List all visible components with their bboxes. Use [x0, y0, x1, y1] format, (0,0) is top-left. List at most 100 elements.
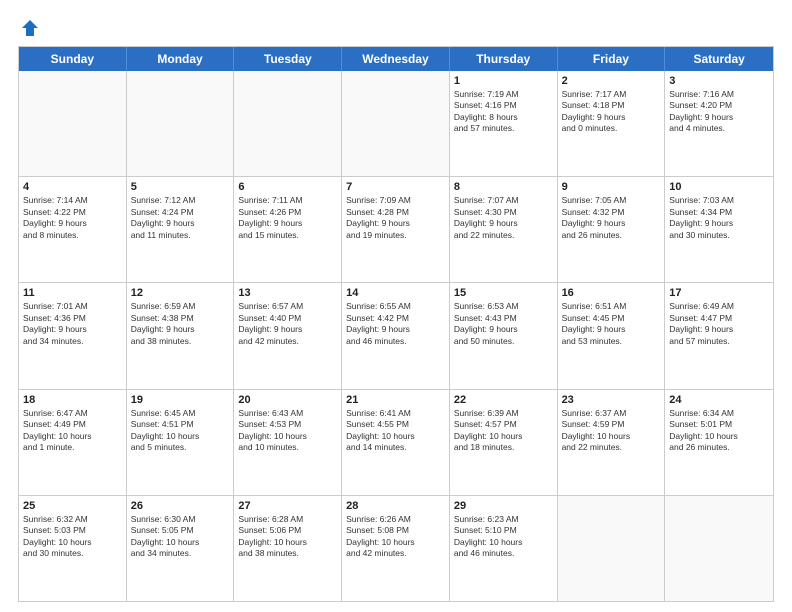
calendar-cell-empty	[19, 71, 127, 176]
cell-info: Sunrise: 6:23 AM Sunset: 5:10 PM Dayligh…	[454, 514, 553, 560]
cell-info: Sunrise: 6:45 AM Sunset: 4:51 PM Dayligh…	[131, 408, 230, 454]
calendar-cell-day-22: 22 Sunrise: 6:39 AM Sunset: 4:57 PM Dayli…	[450, 390, 558, 495]
calendar-cell-day-9: 9 Sunrise: 7:05 AM Sunset: 4:32 PM Daylig…	[558, 177, 666, 282]
calendar-cell-day-27: 27 Sunrise: 6:28 AM Sunset: 5:06 PM Dayli…	[234, 496, 342, 601]
day-number: 7	[346, 181, 445, 193]
header-day-friday: Friday	[558, 47, 666, 71]
logo-icon	[20, 18, 40, 38]
day-number: 1	[454, 75, 553, 87]
day-number: 12	[131, 287, 230, 299]
calendar-cell-day-17: 17 Sunrise: 6:49 AM Sunset: 4:47 PM Dayli…	[665, 283, 773, 388]
cell-info: Sunrise: 6:37 AM Sunset: 4:59 PM Dayligh…	[562, 408, 661, 454]
cell-info: Sunrise: 6:49 AM Sunset: 4:47 PM Dayligh…	[669, 301, 769, 347]
calendar-cell-day-12: 12 Sunrise: 6:59 AM Sunset: 4:38 PM Dayli…	[127, 283, 235, 388]
cell-info: Sunrise: 7:07 AM Sunset: 4:30 PM Dayligh…	[454, 195, 553, 241]
calendar-row-3: 18 Sunrise: 6:47 AM Sunset: 4:49 PM Dayli…	[19, 390, 773, 496]
calendar-header-row: SundayMondayTuesdayWednesdayThursdayFrid…	[19, 47, 773, 71]
day-number: 8	[454, 181, 553, 193]
calendar-cell-day-15: 15 Sunrise: 6:53 AM Sunset: 4:43 PM Dayli…	[450, 283, 558, 388]
day-number: 5	[131, 181, 230, 193]
day-number: 24	[669, 394, 769, 406]
calendar-cell-day-25: 25 Sunrise: 6:32 AM Sunset: 5:03 PM Dayli…	[19, 496, 127, 601]
day-number: 13	[238, 287, 337, 299]
cell-info: Sunrise: 6:32 AM Sunset: 5:03 PM Dayligh…	[23, 514, 122, 560]
calendar-cell-day-26: 26 Sunrise: 6:30 AM Sunset: 5:05 PM Dayli…	[127, 496, 235, 601]
day-number: 27	[238, 500, 337, 512]
cell-info: Sunrise: 7:01 AM Sunset: 4:36 PM Dayligh…	[23, 301, 122, 347]
day-number: 18	[23, 394, 122, 406]
calendar-cell-day-13: 13 Sunrise: 6:57 AM Sunset: 4:40 PM Dayli…	[234, 283, 342, 388]
header-day-tuesday: Tuesday	[234, 47, 342, 71]
calendar-row-0: 1 Sunrise: 7:19 AM Sunset: 4:16 PM Daylig…	[19, 71, 773, 177]
day-number: 22	[454, 394, 553, 406]
day-number: 21	[346, 394, 445, 406]
calendar-row-2: 11 Sunrise: 7:01 AM Sunset: 4:36 PM Dayli…	[19, 283, 773, 389]
calendar-cell-day-21: 21 Sunrise: 6:41 AM Sunset: 4:55 PM Dayli…	[342, 390, 450, 495]
calendar-cell-day-7: 7Sunrise: 7:09 AM Sunset: 4:28 PM Daylig…	[342, 177, 450, 282]
calendar-cell-day-19: 19 Sunrise: 6:45 AM Sunset: 4:51 PM Dayli…	[127, 390, 235, 495]
cell-info: Sunrise: 7:19 AM Sunset: 4:16 PM Dayligh…	[454, 89, 553, 135]
day-number: 26	[131, 500, 230, 512]
day-number: 19	[131, 394, 230, 406]
cell-info: Sunrise: 6:53 AM Sunset: 4:43 PM Dayligh…	[454, 301, 553, 347]
cell-info: Sunrise: 6:34 AM Sunset: 5:01 PM Dayligh…	[669, 408, 769, 454]
header-day-sunday: Sunday	[19, 47, 127, 71]
calendar-cell-day-20: 20 Sunrise: 6:43 AM Sunset: 4:53 PM Dayli…	[234, 390, 342, 495]
cell-info: Sunrise: 6:47 AM Sunset: 4:49 PM Dayligh…	[23, 408, 122, 454]
calendar-cell-day-4: 4Sunrise: 7:14 AM Sunset: 4:22 PM Daylig…	[19, 177, 127, 282]
header-day-wednesday: Wednesday	[342, 47, 450, 71]
header	[18, 18, 774, 38]
cell-info: Sunrise: 6:39 AM Sunset: 4:57 PM Dayligh…	[454, 408, 553, 454]
day-number: 9	[562, 181, 661, 193]
cell-info: Sunrise: 6:57 AM Sunset: 4:40 PM Dayligh…	[238, 301, 337, 347]
cell-info: Sunrise: 6:41 AM Sunset: 4:55 PM Dayligh…	[346, 408, 445, 454]
cell-info: Sunrise: 6:55 AM Sunset: 4:42 PM Dayligh…	[346, 301, 445, 347]
cell-info: Sunrise: 7:16 AM Sunset: 4:20 PM Dayligh…	[669, 89, 769, 135]
cell-info: Sunrise: 6:30 AM Sunset: 5:05 PM Dayligh…	[131, 514, 230, 560]
calendar-cell-empty	[665, 496, 773, 601]
day-number: 2	[562, 75, 661, 87]
day-number: 10	[669, 181, 769, 193]
calendar-body: 1 Sunrise: 7:19 AM Sunset: 4:16 PM Daylig…	[19, 71, 773, 601]
cell-info: Sunrise: 6:28 AM Sunset: 5:06 PM Dayligh…	[238, 514, 337, 560]
calendar-cell-day-29: 29 Sunrise: 6:23 AM Sunset: 5:10 PM Dayli…	[450, 496, 558, 601]
calendar-cell-day-14: 14 Sunrise: 6:55 AM Sunset: 4:42 PM Dayli…	[342, 283, 450, 388]
page: SundayMondayTuesdayWednesdayThursdayFrid…	[0, 0, 792, 612]
day-number: 4	[23, 181, 122, 193]
calendar-cell-day-16: 16 Sunrise: 6:51 AM Sunset: 4:45 PM Dayli…	[558, 283, 666, 388]
header-day-saturday: Saturday	[665, 47, 773, 71]
cell-info: Sunrise: 7:12 AM Sunset: 4:24 PM Dayligh…	[131, 195, 230, 241]
calendar-cell-day-5: 5 Sunrise: 7:12 AM Sunset: 4:24 PM Daylig…	[127, 177, 235, 282]
day-number: 25	[23, 500, 122, 512]
cell-info: Sunrise: 6:43 AM Sunset: 4:53 PM Dayligh…	[238, 408, 337, 454]
calendar: SundayMondayTuesdayWednesdayThursdayFrid…	[18, 46, 774, 602]
logo	[18, 18, 40, 38]
cell-info: Sunrise: 6:26 AM Sunset: 5:08 PM Dayligh…	[346, 514, 445, 560]
calendar-cell-day-28: 28 Sunrise: 6:26 AM Sunset: 5:08 PM Dayli…	[342, 496, 450, 601]
calendar-cell-day-2: 2 Sunrise: 7:17 AM Sunset: 4:18 PM Daylig…	[558, 71, 666, 176]
calendar-cell-empty	[127, 71, 235, 176]
cell-info: Sunrise: 7:11 AM Sunset: 4:26 PM Dayligh…	[238, 195, 337, 241]
day-number: 11	[23, 287, 122, 299]
day-number: 14	[346, 287, 445, 299]
day-number: 17	[669, 287, 769, 299]
cell-info: Sunrise: 6:51 AM Sunset: 4:45 PM Dayligh…	[562, 301, 661, 347]
calendar-cell-empty	[342, 71, 450, 176]
cell-info: Sunrise: 7:05 AM Sunset: 4:32 PM Dayligh…	[562, 195, 661, 241]
day-number: 6	[238, 181, 337, 193]
day-number: 20	[238, 394, 337, 406]
header-day-monday: Monday	[127, 47, 235, 71]
calendar-cell-empty	[558, 496, 666, 601]
calendar-cell-day-23: 23 Sunrise: 6:37 AM Sunset: 4:59 PM Dayli…	[558, 390, 666, 495]
day-number: 15	[454, 287, 553, 299]
cell-info: Sunrise: 7:03 AM Sunset: 4:34 PM Dayligh…	[669, 195, 769, 241]
cell-info: Sunrise: 7:17 AM Sunset: 4:18 PM Dayligh…	[562, 89, 661, 135]
calendar-cell-day-8: 8 Sunrise: 7:07 AM Sunset: 4:30 PM Daylig…	[450, 177, 558, 282]
header-day-thursday: Thursday	[450, 47, 558, 71]
day-number: 16	[562, 287, 661, 299]
calendar-cell-day-10: 10 Sunrise: 7:03 AM Sunset: 4:34 PM Dayli…	[665, 177, 773, 282]
day-number: 28	[346, 500, 445, 512]
day-number: 29	[454, 500, 553, 512]
cell-info: Sunrise: 6:59 AM Sunset: 4:38 PM Dayligh…	[131, 301, 230, 347]
day-number: 23	[562, 394, 661, 406]
